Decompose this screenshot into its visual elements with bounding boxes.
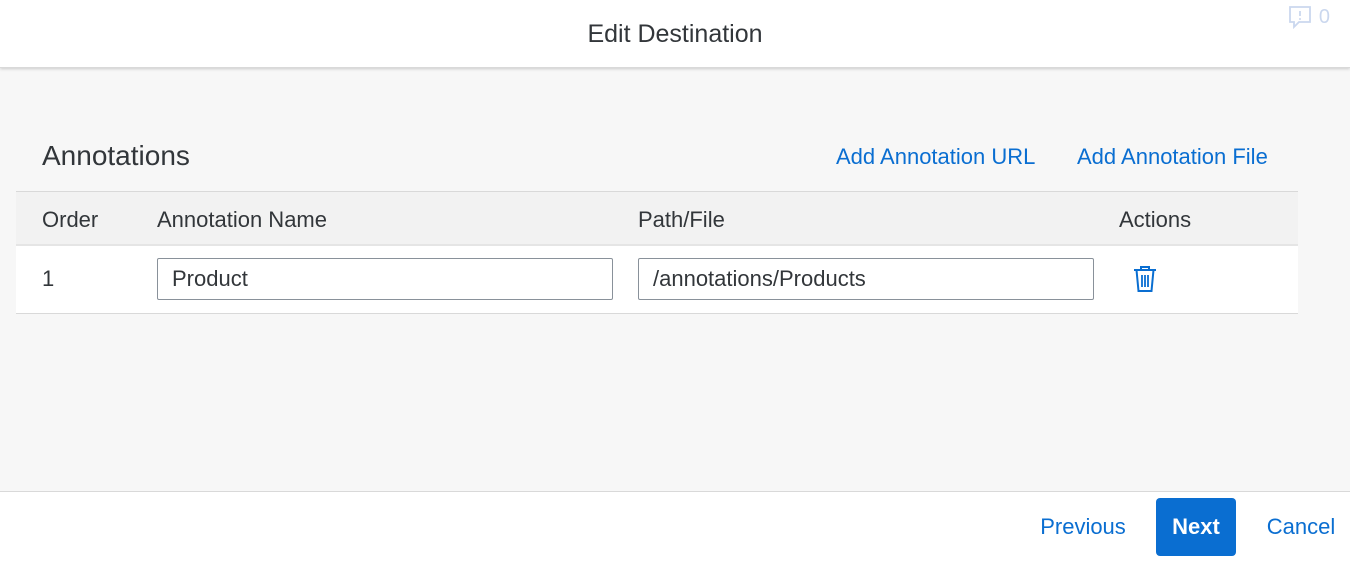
annotation-name-input[interactable] (157, 258, 613, 300)
delete-row-button[interactable] (1130, 264, 1160, 296)
add-annotation-file-link[interactable]: Add Annotation File (1077, 144, 1268, 170)
dialog-content: Annotations Add Annotation URL Add Annot… (0, 68, 1350, 491)
column-header-order: Order (42, 207, 99, 232)
section-title: Annotations (42, 140, 190, 171)
dialog-header: Edit Destination 0 (0, 0, 1350, 68)
column-header-path-file: Path/File (638, 207, 725, 232)
table-row: 1 (16, 246, 1298, 314)
dialog-title: Edit Destination (587, 20, 763, 48)
feedback-icon (1287, 4, 1313, 30)
next-button[interactable]: Next (1156, 498, 1236, 556)
feedback-button[interactable]: 0 (1287, 4, 1330, 30)
path-file-input[interactable] (638, 258, 1094, 300)
previous-button[interactable]: Previous (1030, 498, 1136, 556)
cancel-button[interactable]: Cancel (1256, 498, 1346, 556)
column-header-actions: Actions (1119, 207, 1192, 232)
dialog-footer: Previous Next Cancel (0, 491, 1350, 562)
annotations-table: Order Annotation Name Path/File Actions … (16, 191, 1298, 314)
column-header-annotation-name: Annotation Name (157, 207, 327, 232)
trash-icon (1132, 266, 1158, 297)
feedback-count: 0 (1318, 5, 1330, 28)
add-annotation-url-link[interactable]: Add Annotation URL (836, 144, 1035, 170)
table-header: Order Annotation Name Path/File Actions (16, 191, 1298, 246)
edit-destination-dialog: Edit Destination 0 Annotations Add Annot… (0, 0, 1350, 562)
order-cell: 1 (42, 266, 55, 291)
